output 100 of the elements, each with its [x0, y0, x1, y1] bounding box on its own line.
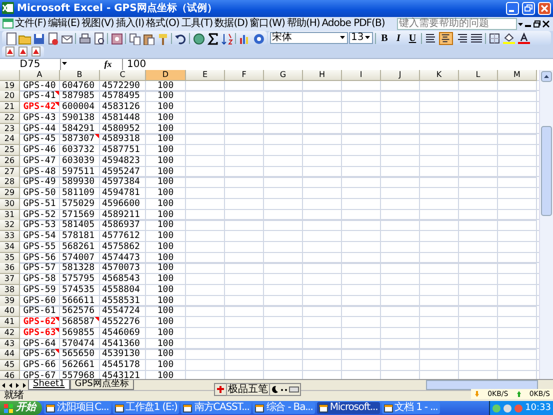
column-header[interactable]: K: [420, 70, 459, 81]
table-cell: GPS-46: [20, 145, 60, 156]
row-header[interactable]: 37: [0, 274, 20, 286]
column-header[interactable]: G: [264, 70, 303, 81]
row-header[interactable]: 33: [0, 231, 20, 242]
menu-item[interactable]: 插入(I): [114, 18, 146, 30]
table-cell: 4594781: [100, 188, 146, 200]
row-header[interactable]: 22: [0, 112, 20, 124]
column-header[interactable]: B: [60, 70, 100, 81]
row-header[interactable]: 34: [0, 242, 20, 253]
moon-icon[interactable]: [271, 385, 279, 394]
bold-button[interactable]: B: [378, 32, 391, 45]
autosum-icon[interactable]: [206, 32, 219, 45]
row-header[interactable]: 30: [0, 198, 20, 210]
tab-prev-icon[interactable]: [7, 380, 14, 390]
print-icon[interactable]: [78, 32, 91, 45]
font-color-icon[interactable]: [517, 32, 531, 44]
taskbar-button[interactable]: 南方CASST...: [181, 402, 252, 414]
help-search-field[interactable]: 键入需要帮助的问题: [397, 18, 517, 30]
paste-icon[interactable]: [142, 32, 155, 45]
column-header[interactable]: H: [303, 70, 342, 81]
row-header[interactable]: 35: [0, 252, 20, 264]
row-header[interactable]: 20: [0, 91, 20, 102]
italic-button[interactable]: I: [392, 32, 405, 45]
align-center-icon[interactable]: [440, 32, 452, 44]
row-header[interactable]: 23: [0, 124, 20, 135]
row-header[interactable]: 43: [0, 338, 20, 350]
row-header[interactable]: 26: [0, 156, 20, 167]
scrollbar-thumb-icon[interactable]: [541, 126, 552, 216]
tab-last-icon[interactable]: [21, 380, 28, 390]
column-header[interactable]: J: [381, 70, 420, 81]
horizontal-scrollbar[interactable]: [426, 380, 538, 390]
permission-icon[interactable]: [46, 32, 59, 45]
row-header[interactable]: 41: [0, 317, 20, 328]
row-header[interactable]: 25: [0, 145, 20, 156]
row-header[interactable]: 39: [0, 296, 20, 307]
tab-first-icon[interactable]: [0, 380, 7, 390]
taskbar-button[interactable]: 工作盘1 (E:): [112, 402, 180, 414]
print-preview-icon[interactable]: [92, 32, 105, 45]
keyboard-icon[interactable]: [289, 385, 299, 394]
menu-item[interactable]: 窗口(W): [248, 18, 286, 30]
row-header[interactable]: 31: [0, 210, 20, 221]
column-header[interactable]: I: [342, 70, 381, 81]
row-header[interactable]: 42: [0, 328, 20, 339]
row-header[interactable]: 36: [0, 263, 20, 274]
column-header[interactable]: M: [498, 70, 537, 81]
taskbar-button[interactable]: 沈阳项目C...: [44, 402, 111, 414]
row-header[interactable]: 38: [0, 284, 20, 296]
fill-color-icon[interactable]: [502, 32, 516, 44]
save-icon[interactable]: [32, 32, 45, 45]
sheet-tab[interactable]: Sheet1: [28, 380, 70, 390]
borders-icon[interactable]: [488, 32, 501, 44]
row-header[interactable]: 24: [0, 134, 20, 146]
row-header[interactable]: 28: [0, 177, 20, 188]
row-header[interactable]: 21: [0, 102, 20, 114]
pdf-icon[interactable]: [4, 46, 16, 58]
sheet-tab[interactable]: GPS网点坐标: [70, 380, 134, 390]
ime-name[interactable]: 极品五笔: [226, 383, 270, 396]
merge-center-icon[interactable]: [470, 32, 482, 44]
menu-item[interactable]: 编辑(E): [47, 18, 81, 30]
font-size-field[interactable]: 13: [349, 32, 373, 44]
sort-icon[interactable]: [220, 32, 233, 45]
column-header[interactable]: C: [100, 70, 146, 81]
scroll-up-icon[interactable]: [541, 70, 552, 82]
format-painter-icon[interactable]: [156, 32, 169, 45]
close-icon[interactable]: [542, 18, 551, 30]
table-cell: 100: [146, 91, 186, 102]
row-header[interactable]: 45: [0, 360, 20, 372]
tab-next-icon[interactable]: [14, 380, 21, 390]
row-header[interactable]: 32: [0, 220, 20, 232]
column-header[interactable]: F: [225, 70, 264, 81]
row-header[interactable]: 29: [0, 188, 20, 200]
underline-button[interactable]: U: [406, 32, 419, 45]
new-document-icon[interactable]: [4, 32, 17, 45]
row-header[interactable]: 44: [0, 349, 20, 360]
menu-item[interactable]: 文件(F): [14, 18, 48, 30]
menu-item[interactable]: Adobe PDF(B): [320, 18, 386, 30]
menu-item[interactable]: 工具(T): [180, 18, 214, 30]
function-button[interactable]: fx: [102, 58, 114, 70]
copy-icon[interactable]: [128, 32, 141, 45]
column-header[interactable]: D: [146, 70, 186, 81]
menu-item[interactable]: 数据(D): [214, 18, 249, 30]
row-header[interactable]: 19: [0, 80, 20, 92]
menu-item[interactable]: 格式(O): [145, 18, 180, 30]
column-header[interactable]: A: [20, 70, 60, 81]
font-name-field[interactable]: 宋体: [270, 32, 348, 44]
taskbar-button[interactable]: Microsoft...: [316, 402, 380, 414]
undo-icon[interactable]: [174, 32, 187, 45]
column-header[interactable]: L: [459, 70, 498, 81]
restore-icon[interactable]: [533, 18, 542, 30]
vertical-scrollbar[interactable]: [539, 70, 553, 380]
align-left-icon[interactable]: [424, 32, 438, 44]
column-header[interactable]: E: [186, 70, 225, 81]
taskbar-button[interactable]: 文档 1 - ...: [382, 402, 440, 414]
row-header[interactable]: 40: [0, 306, 20, 318]
taskbar-button[interactable]: 综合 - Ba...: [253, 402, 315, 414]
row-header[interactable]: 27: [0, 166, 20, 178]
menu-item[interactable]: 视图(V): [80, 18, 115, 30]
menu-item[interactable]: 帮助(H): [286, 18, 321, 30]
workbook-icon[interactable]: [2, 18, 14, 30]
